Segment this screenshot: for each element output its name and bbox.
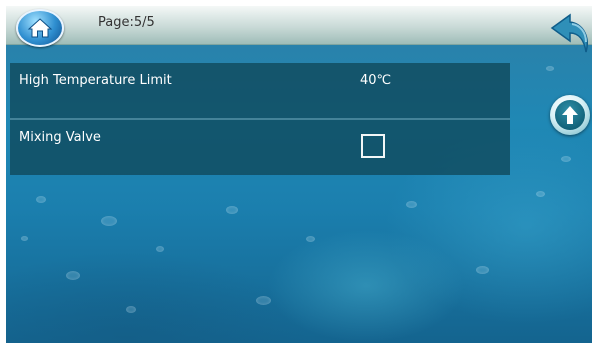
setting-row-high-temperature-limit[interactable]: High Temperature Limit 40℃ bbox=[10, 63, 510, 118]
water-droplet bbox=[546, 66, 554, 71]
home-button[interactable] bbox=[16, 9, 64, 47]
screen: Page:5/5 High Temperature Limit 40℃ Mixi… bbox=[6, 6, 592, 343]
scroll-up-button[interactable] bbox=[550, 95, 590, 135]
back-button[interactable] bbox=[546, 12, 592, 58]
setting-label: Mixing Valve bbox=[19, 130, 101, 145]
water-droplet bbox=[406, 201, 417, 208]
water-droplet bbox=[156, 246, 164, 252]
mixing-valve-checkbox[interactable] bbox=[361, 134, 385, 158]
water-droplet bbox=[536, 191, 545, 197]
water-droplet bbox=[256, 296, 271, 305]
water-droplet bbox=[21, 236, 28, 241]
setting-row-mixing-valve[interactable]: Mixing Valve bbox=[10, 120, 510, 175]
return-arrow-icon bbox=[546, 12, 592, 62]
water-droplet bbox=[561, 156, 571, 162]
water-droplet bbox=[101, 216, 117, 226]
water-droplet bbox=[126, 306, 136, 313]
water-droplet bbox=[66, 271, 80, 280]
arrow-up-icon bbox=[561, 105, 579, 125]
header-bar: Page:5/5 bbox=[6, 6, 592, 47]
water-droplet bbox=[476, 266, 489, 274]
water-droplet bbox=[306, 236, 315, 242]
setting-value[interactable]: 40℃ bbox=[360, 73, 391, 88]
water-droplet bbox=[36, 196, 46, 203]
scroll-up-button-face bbox=[555, 100, 585, 130]
settings-panel: High Temperature Limit 40℃ Mixing Valve bbox=[10, 63, 510, 175]
home-icon bbox=[27, 17, 53, 39]
water-droplet bbox=[226, 206, 238, 214]
page-indicator: Page:5/5 bbox=[98, 15, 155, 30]
setting-label: High Temperature Limit bbox=[19, 73, 172, 88]
